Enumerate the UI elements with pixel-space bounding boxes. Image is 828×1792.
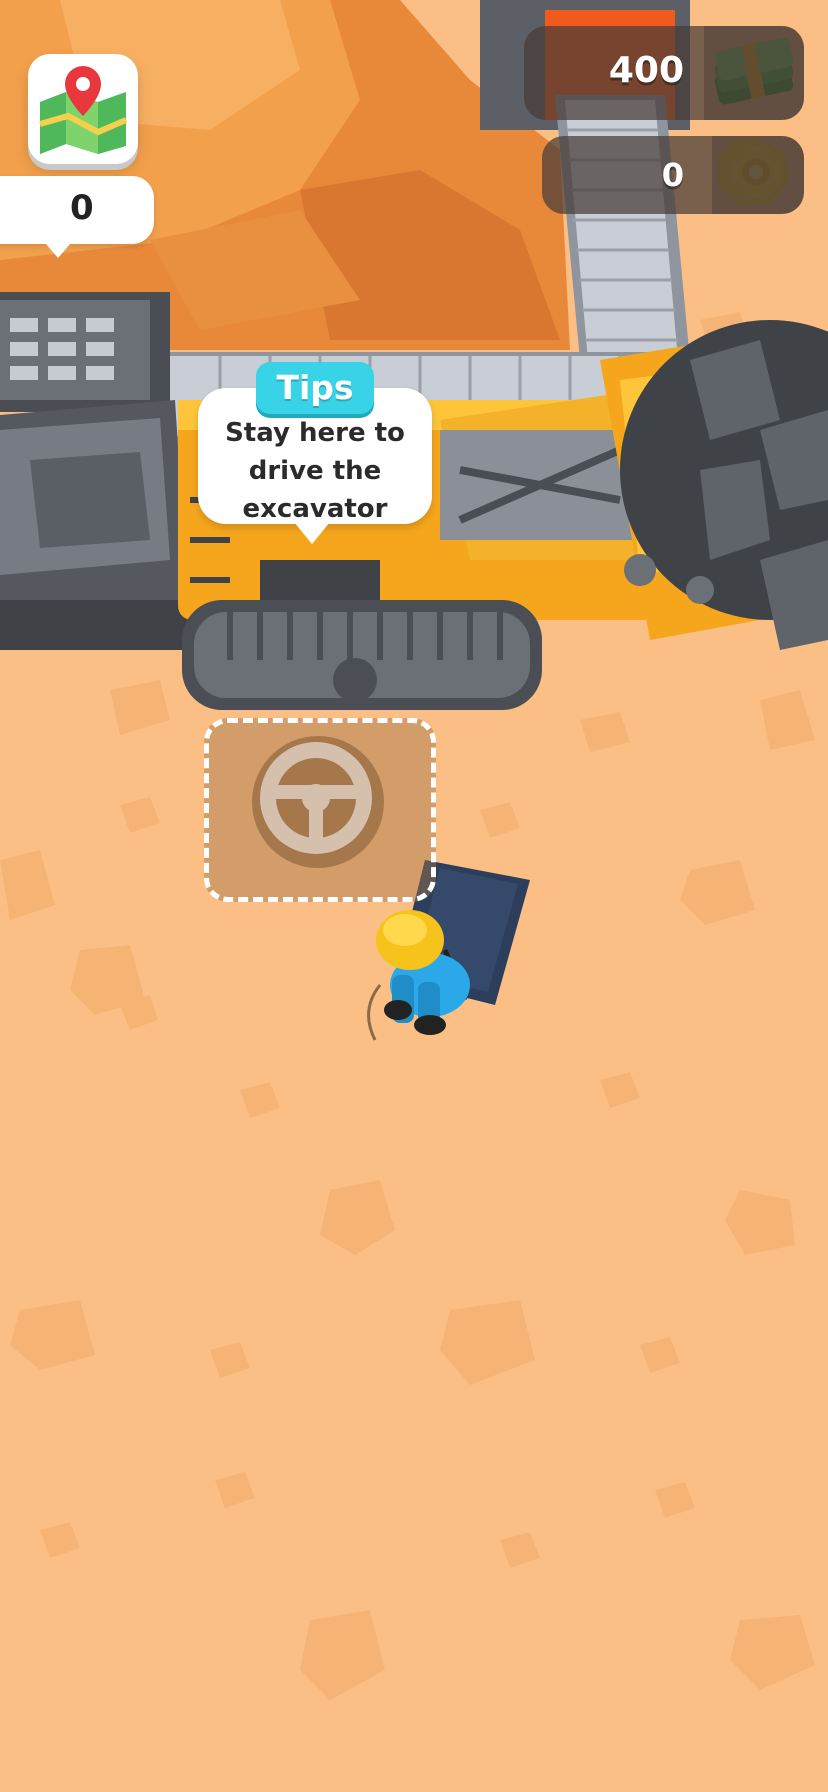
map-icon: [39, 66, 128, 154]
cash-value: 400: [608, 50, 684, 91]
ore-value: 0: [70, 188, 94, 228]
map-button[interactable]: [28, 54, 138, 164]
drive-excavator-pad[interactable]: [204, 718, 436, 902]
tips-message: Stay here to drive the excavator: [225, 418, 405, 524]
tips-tag-label: Tips: [276, 368, 354, 407]
tips-tag: Tips: [256, 362, 374, 414]
gear-value: 0: [661, 156, 684, 194]
gear-icon-box: [712, 136, 804, 214]
cash-icon-box: [704, 26, 804, 120]
cash-counter: 400: [524, 26, 804, 120]
ore-counter: 0: [0, 176, 154, 258]
gear-counter: 0: [542, 136, 804, 214]
crusher-machine: [0, 292, 190, 650]
